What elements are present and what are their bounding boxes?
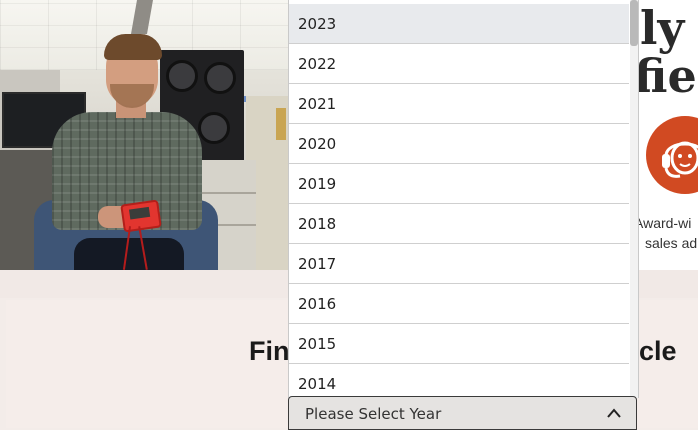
year-option[interactable]: 2016 — [289, 284, 629, 324]
hero-heading: ly f fie — [636, 4, 698, 100]
year-option[interactable]: 2022 — [289, 44, 629, 84]
dropdown-scrollbar-thumb[interactable] — [630, 0, 638, 46]
dropdown-scrollbar[interactable] — [630, 0, 638, 398]
hero-photo — [0, 0, 290, 270]
support-feature-text: Award-wi sales ad — [634, 213, 698, 253]
year-dropdown-list[interactable]: 2023 2022 2021 2020 2019 2018 2017 2016 … — [288, 0, 639, 398]
find-heading-right: cle — [639, 336, 677, 366]
year-option[interactable]: 2014 — [289, 364, 629, 398]
year-option[interactable]: 2018 — [289, 204, 629, 244]
support-text-line: Award-wi — [634, 215, 692, 231]
person-hair — [104, 34, 162, 60]
chevron-up-icon — [607, 408, 621, 418]
box-label — [276, 108, 286, 140]
support-text-line: sales ad — [645, 235, 698, 251]
year-option[interactable]: 2020 — [289, 124, 629, 164]
year-option[interactable]: 2023 — [289, 4, 629, 44]
year-option[interactable]: 2015 — [289, 324, 629, 364]
chair — [74, 238, 184, 270]
year-select[interactable]: Please Select Year — [288, 396, 637, 430]
year-option[interactable]: 2021 — [289, 84, 629, 124]
speaker-cone — [204, 62, 236, 94]
hero-heading-line: ly f — [640, 4, 698, 55]
year-option[interactable]: 2017 — [289, 244, 629, 284]
speaker-cone — [198, 112, 230, 144]
hero-heading-line: fie — [636, 49, 697, 100]
year-options: 2023 2022 2021 2020 2019 2018 2017 2016 … — [289, 4, 629, 398]
multimeter — [120, 199, 162, 233]
find-heading-left: Fin — [249, 336, 290, 366]
year-select-placeholder: Please Select Year — [305, 405, 442, 423]
year-option[interactable]: 2019 — [289, 164, 629, 204]
speaker-cone — [166, 60, 198, 92]
